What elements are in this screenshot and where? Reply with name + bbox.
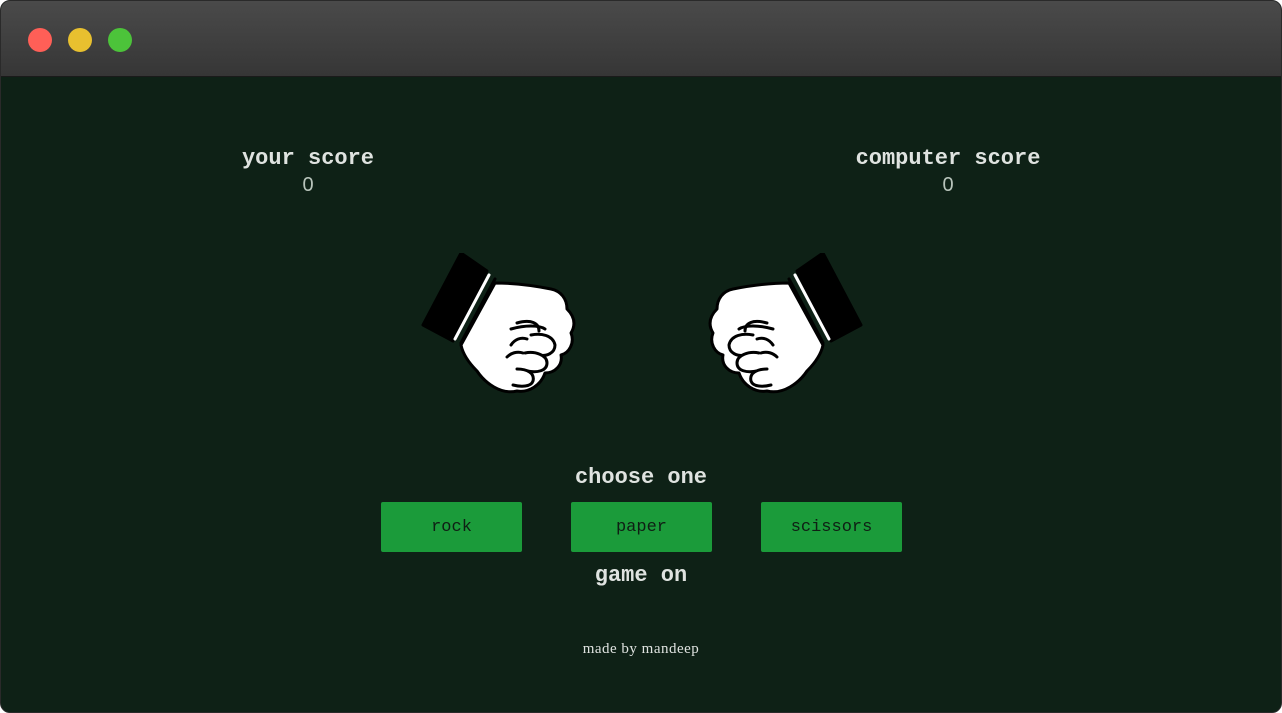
computer-score-panel: computer score 0 — [818, 145, 1078, 197]
computer-score-label: computer score — [855, 146, 1041, 171]
computer-fist-icon — [708, 253, 863, 394]
game-area: your score 0 computer score 0 choose one… — [1, 77, 1281, 712]
rock-button[interactable]: rock — [381, 502, 522, 552]
user-score-label: your score — [241, 146, 375, 171]
maximize-window-button[interactable] — [108, 28, 132, 52]
footer-credit: made by mandeep — [582, 641, 700, 657]
paper-button[interactable]: paper — [571, 502, 712, 552]
game-status: game on — [594, 563, 688, 588]
user-fist-icon — [421, 253, 576, 394]
user-score-panel: your score 0 — [208, 145, 408, 197]
scissors-button[interactable]: scissors — [761, 502, 902, 552]
minimize-window-button[interactable] — [68, 28, 92, 52]
app-window: your score 0 computer score 0 choose one… — [0, 0, 1282, 713]
computer-score-value: 0 — [942, 174, 954, 196]
user-score-value: 0 — [302, 174, 314, 196]
choose-prompt: choose one — [574, 465, 708, 490]
close-window-button[interactable] — [28, 28, 52, 52]
title-bar — [1, 1, 1281, 77]
